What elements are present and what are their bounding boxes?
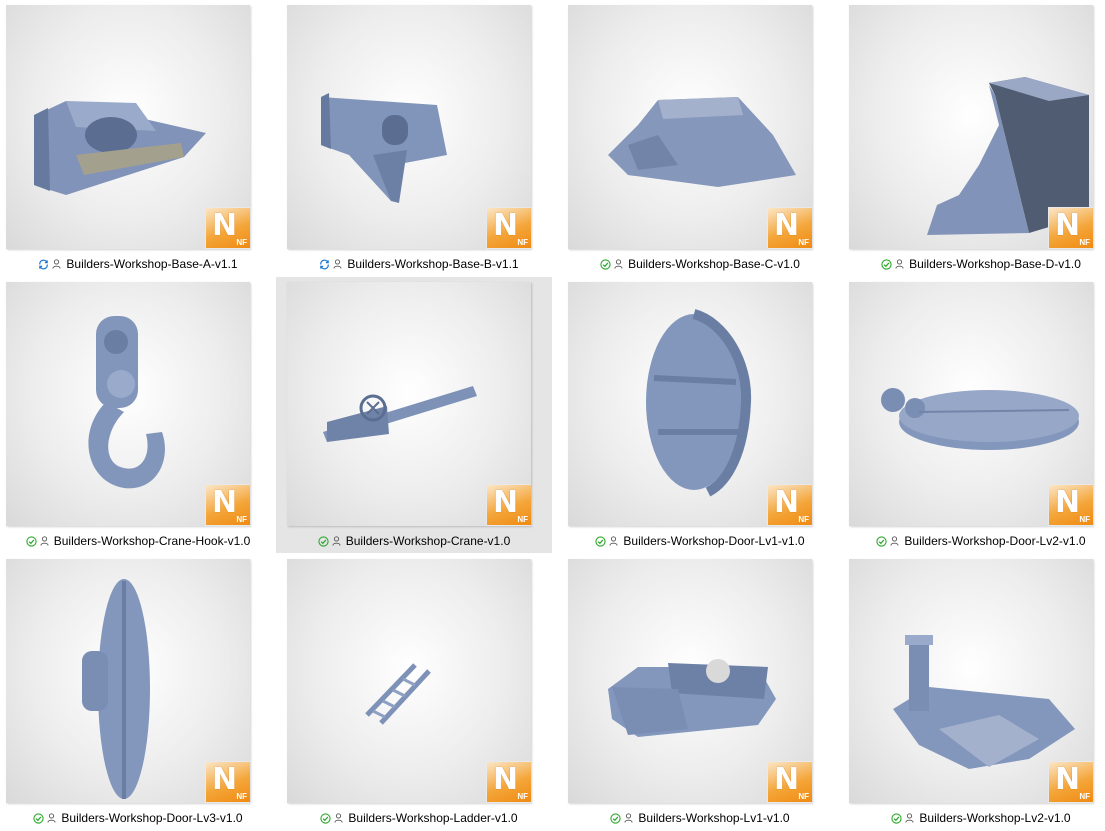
nomad-app-icon: N NF xyxy=(486,207,531,249)
check-icon xyxy=(33,812,45,824)
file-caption: Builders-Workshop-Lv2-v1.0 xyxy=(843,809,1105,827)
nomad-app-icon: N NF xyxy=(1048,484,1093,526)
nomad-app-icon: N NF xyxy=(486,761,531,803)
person-icon xyxy=(890,536,899,546)
file-thumbnail[interactable]: N NF xyxy=(6,559,250,803)
file-tile[interactable]: N NF Builders-Workshop-Door-Lv2-v1.0 xyxy=(843,277,1105,553)
person-icon xyxy=(609,536,618,546)
person-icon xyxy=(332,536,341,546)
nomad-app-icon: N NF xyxy=(767,484,812,526)
file-thumbnail[interactable]: N NF xyxy=(568,559,812,803)
file-caption: Builders-Workshop-Door-Lv2-v1.0 xyxy=(843,532,1105,550)
file-tile[interactable]: N NF Builders-Workshop-Lv1-v1.0 xyxy=(562,554,838,830)
person-icon xyxy=(47,813,56,823)
sync-icon xyxy=(320,259,330,269)
file-name: Builders-Workshop-Base-C-v1.0 xyxy=(628,257,800,271)
file-tile[interactable]: N NF Builders-Workshop-Door-Lv3-v1.0 xyxy=(0,554,276,830)
nomad-app-icon: N NF xyxy=(205,484,250,526)
check-icon xyxy=(595,535,607,547)
file-caption: Builders-Workshop-Base-A-v1.1 xyxy=(0,255,276,273)
check-icon xyxy=(891,812,903,824)
person-icon xyxy=(40,536,49,546)
check-icon xyxy=(318,535,329,547)
check-icon xyxy=(320,812,332,824)
file-name: Builders-Workshop-Door-Lv1-v1.0 xyxy=(623,534,805,548)
person-icon xyxy=(624,813,633,823)
file-name: Builders-Workshop-Base-B-v1.1 xyxy=(347,257,519,271)
file-thumbnail[interactable]: N NF xyxy=(849,559,1093,803)
file-name: Builders-Workshop-Base-D-v1.0 xyxy=(909,257,1081,271)
file-name: Builders-Workshop-Lv1-v1.0 xyxy=(638,811,790,825)
file-thumbnail[interactable]: N NF xyxy=(568,282,812,526)
file-tile[interactable]: N NF Builders-Workshop-Lv2-v1.0 xyxy=(843,554,1105,830)
file-thumbnail[interactable]: N NF xyxy=(6,5,250,249)
file-name: Builders-Workshop-Base-A-v1.1 xyxy=(66,257,238,271)
file-tile[interactable]: N NF Builders-Workshop-Crane-v1.0 xyxy=(276,277,552,553)
file-name: Builders-Workshop-Lv2-v1.0 xyxy=(919,811,1071,825)
file-tile[interactable]: N NF Builders-Workshop-Base-B-v1.1 xyxy=(281,0,557,276)
file-caption: Builders-Workshop-Base-C-v1.0 xyxy=(562,255,838,273)
person-icon xyxy=(52,259,61,269)
file-tile[interactable]: N NF Builders-Workshop-Ladder-v1.0 xyxy=(281,554,557,830)
sync-icon xyxy=(39,259,49,269)
file-name: Builders-Workshop-Door-Lv2-v1.0 xyxy=(904,534,1086,548)
file-thumbnail[interactable]: N NF xyxy=(287,282,531,526)
file-caption: Builders-Workshop-Door-Lv3-v1.0 xyxy=(0,809,276,827)
file-tile[interactable]: N NF Builders-Workshop-Crane-Hook-v1.0 xyxy=(0,277,276,553)
file-caption: Builders-Workshop-Crane-v1.0 xyxy=(276,532,552,550)
nomad-app-icon: N NF xyxy=(486,484,531,526)
file-caption: Builders-Workshop-Base-D-v1.0 xyxy=(843,255,1105,273)
nomad-app-icon: N NF xyxy=(1048,207,1093,249)
file-name: Builders-Workshop-Ladder-v1.0 xyxy=(348,811,518,825)
nomad-app-icon: N NF xyxy=(767,761,812,803)
file-tile[interactable]: N NF Builders-Workshop-Base-C-v1.0 xyxy=(562,0,838,276)
file-grid: N NF Builders-Workshop-Base-A-v1.1 N NF xyxy=(0,0,1105,831)
person-icon xyxy=(333,259,342,269)
file-thumbnail[interactable]: N NF xyxy=(287,559,531,803)
file-thumbnail[interactable]: N NF xyxy=(287,5,531,249)
file-caption: Builders-Workshop-Door-Lv1-v1.0 xyxy=(562,532,838,550)
file-tile[interactable]: N NF Builders-Workshop-Door-Lv1-v1.0 xyxy=(562,277,838,553)
person-icon xyxy=(614,259,623,269)
file-thumbnail[interactable]: N NF xyxy=(849,282,1093,526)
person-icon xyxy=(895,259,904,269)
file-caption: Builders-Workshop-Base-B-v1.1 xyxy=(281,255,557,273)
file-thumbnail[interactable]: N NF xyxy=(849,5,1093,249)
person-icon xyxy=(334,813,343,823)
file-caption: Builders-Workshop-Crane-Hook-v1.0 xyxy=(0,532,276,550)
file-name: Builders-Workshop-Crane-Hook-v1.0 xyxy=(53,534,251,548)
check-icon xyxy=(26,535,37,547)
check-icon xyxy=(876,535,888,547)
person-icon xyxy=(905,813,914,823)
file-thumbnail[interactable]: N NF xyxy=(568,5,812,249)
nomad-app-icon: N NF xyxy=(205,207,250,249)
nomad-app-icon: N NF xyxy=(1048,761,1093,803)
nomad-app-icon: N NF xyxy=(205,761,250,803)
file-thumbnail[interactable]: N NF xyxy=(6,282,250,526)
file-caption: Builders-Workshop-Lv1-v1.0 xyxy=(562,809,838,827)
file-tile[interactable]: N NF Builders-Workshop-Base-A-v1.1 xyxy=(0,0,276,276)
nomad-app-icon: N NF xyxy=(767,207,812,249)
check-icon xyxy=(610,812,622,824)
file-name: Builders-Workshop-Crane-v1.0 xyxy=(345,534,511,548)
check-icon xyxy=(600,258,611,270)
file-tile[interactable]: N NF Builders-Workshop-Base-D-v1.0 xyxy=(843,0,1105,276)
file-caption: Builders-Workshop-Ladder-v1.0 xyxy=(281,809,557,827)
check-icon xyxy=(881,258,892,270)
file-name: Builders-Workshop-Door-Lv3-v1.0 xyxy=(61,811,243,825)
